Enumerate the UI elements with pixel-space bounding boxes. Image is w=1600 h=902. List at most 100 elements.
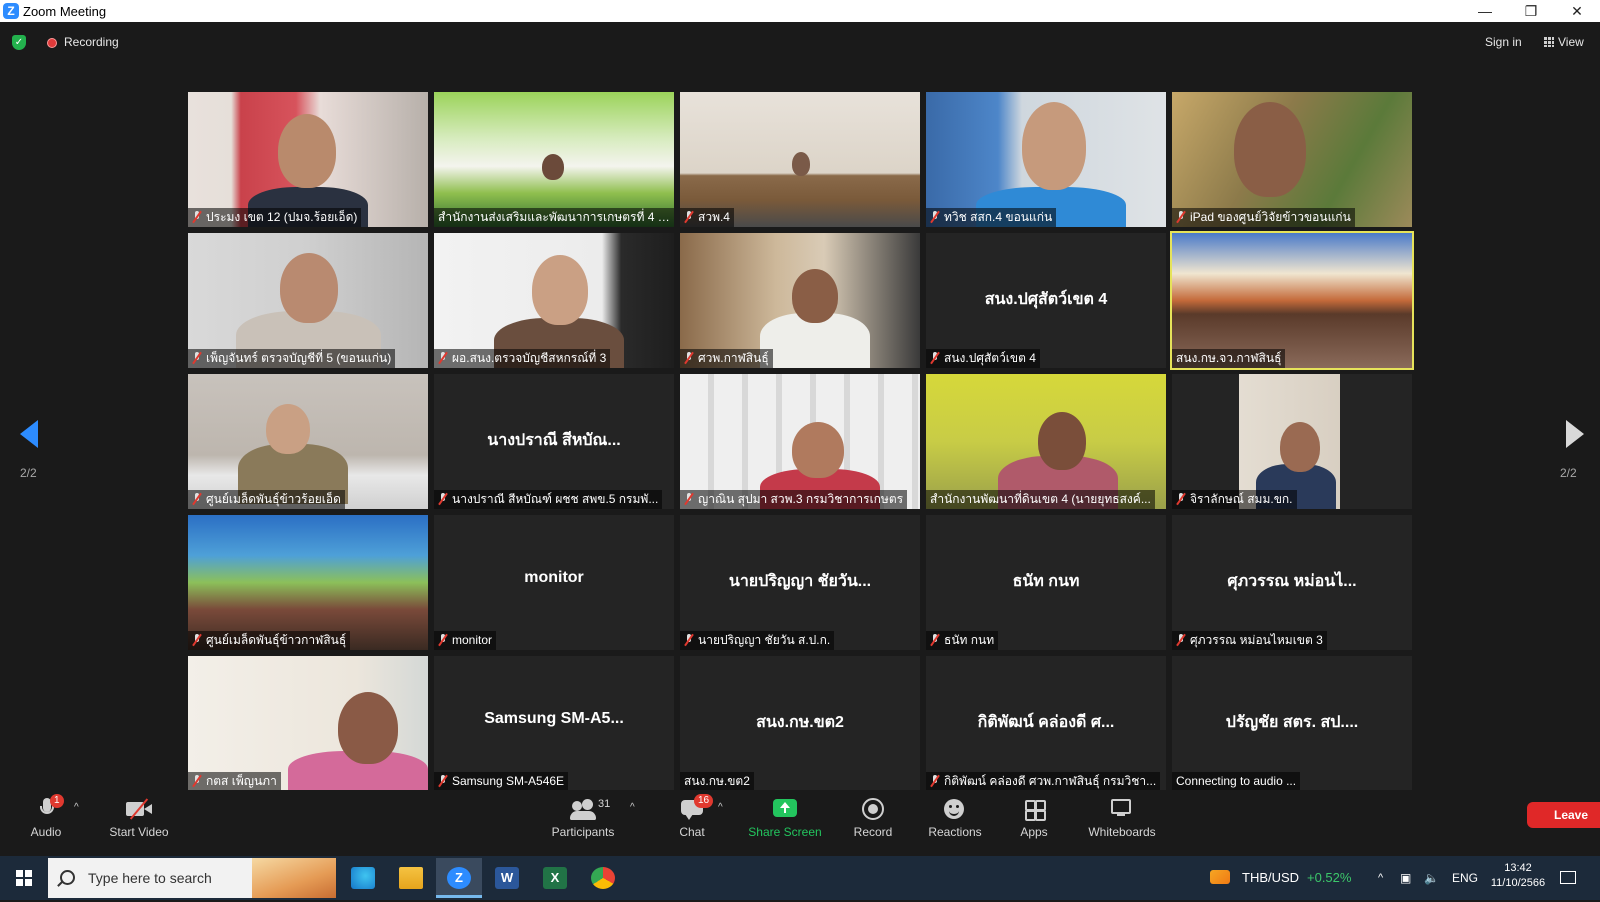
currency-ticker[interactable]: THB/USD: [1242, 856, 1299, 900]
participant-tile[interactable]: เพ็ญจันทร์ ตรวจบัญชีที่ 5 (ขอนแก่น): [188, 233, 428, 368]
participant-tile[interactable]: นายปริญญา ชัยวัน... นายปริญญา ชัยวัน ส.ป…: [680, 515, 920, 650]
currency-widget-icon[interactable]: [1210, 856, 1232, 900]
participant-display-name: Samsung SM-A5...: [484, 710, 624, 727]
muted-mic-icon: [1176, 211, 1186, 223]
participant-tile[interactable]: ศูนย์เมล็ดพันธุ์ข้าวกาฬสินธุ์: [188, 515, 428, 650]
share-screen-icon: [773, 796, 797, 822]
next-page-arrow-icon[interactable]: [1566, 420, 1584, 448]
taskbar-search-box[interactable]: Type here to search: [48, 858, 336, 898]
audio-button[interactable]: 1 Audio: [20, 790, 72, 856]
meeting-controls-bar: 1 Audio ^ Start Video 31 Participants ^ …: [0, 790, 1600, 856]
record-icon: [862, 796, 884, 822]
participant-tile[interactable]: จิราลักษณ์ สมม.ขก.: [1172, 374, 1412, 509]
currency-change: +0.52%: [1307, 870, 1352, 885]
participant-tile-active-speaker[interactable]: สนง.กษ.จว.กาฬสินธุ์: [1170, 231, 1414, 370]
taskbar-excel-app[interactable]: X: [532, 858, 578, 898]
muted-mic-icon: [684, 493, 694, 505]
chat-button[interactable]: 16 Chat: [670, 790, 714, 856]
participant-tile[interactable]: ผอ.สนง.ตรวจบัญชีสหกรณ์ที่ 3: [434, 233, 674, 368]
security-shield-icon[interactable]: ✓: [12, 35, 26, 50]
reactions-button[interactable]: Reactions: [924, 790, 986, 856]
muted-mic-icon: [192, 634, 202, 646]
muted-mic-icon: [684, 211, 694, 223]
muted-mic-icon: [192, 493, 202, 505]
participant-name: สวพ.4: [680, 208, 734, 227]
participant-tile[interactable]: กิติพัฒน์ คล่องดี ศ... กิติพัฒน์ คล่องดี…: [926, 656, 1166, 791]
taskbar-edge-app[interactable]: [340, 858, 386, 898]
participant-name: ประมง เขต 12 (ปมจ.ร้อยเอ็ด): [188, 208, 362, 227]
participant-name-text: สวพ.4: [698, 210, 730, 224]
participant-tile[interactable]: ปรัญชัย สตร. สป.... Connecting to audio …: [1172, 656, 1412, 791]
participant-tile[interactable]: ทวิช สสก.4 ขอนแก่น: [926, 92, 1166, 227]
reactions-icon: [944, 796, 966, 822]
participant-tile[interactable]: ญาณิน สุปมา สวพ.3 กรมวิชาการเกษตร: [680, 374, 920, 509]
tray-overflow-caret-icon[interactable]: ^: [1378, 856, 1383, 900]
participant-tile[interactable]: สนง.กษ.ขต2 สนง.กษ.ขต2: [680, 656, 920, 791]
window-title: Zoom Meeting: [23, 4, 107, 19]
muted-mic-icon: [1176, 634, 1186, 646]
taskbar-explorer-app[interactable]: [388, 858, 434, 898]
participant-name-text: สนง.กษ.ขต2: [684, 774, 750, 788]
taskbar-chrome-app[interactable]: [580, 858, 626, 898]
record-button[interactable]: Record: [848, 790, 898, 856]
participant-name-text: นายปริญญา ชัยวัน ส.ป.ก.: [698, 633, 831, 647]
participants-options-caret-icon[interactable]: ^: [630, 802, 635, 813]
network-icon[interactable]: ▣: [1400, 856, 1411, 900]
view-button[interactable]: View: [1544, 35, 1584, 49]
whiteboards-button[interactable]: Whiteboards: [1084, 790, 1160, 856]
leave-button[interactable]: Leave: [1527, 802, 1600, 828]
restore-button[interactable]: ❐: [1508, 0, 1554, 22]
participant-tile[interactable]: นางปราณี สีหบัณ... นางปราณี สีหบัณฑ์ ผชช…: [434, 374, 674, 509]
muted-mic-icon: [684, 352, 694, 364]
taskbar-word-app[interactable]: W: [484, 858, 530, 898]
windows-taskbar: Type here to search Z W X THB/USD +0.52%…: [0, 856, 1600, 900]
participant-tile[interactable]: สำนักงานพัฒนาที่ดินเขต 4 (นายยุทธสงค์...: [926, 374, 1166, 509]
participant-tile[interactable]: ธนัท กนท ธนัท กนท: [926, 515, 1166, 650]
close-button[interactable]: ✕: [1554, 0, 1600, 22]
taskbar-clock[interactable]: 13:42 11/10/2566: [1488, 862, 1548, 889]
participant-name: สนง.กษ.จว.กาฬสินธุ์: [1172, 349, 1286, 368]
participant-tile[interactable]: ศูนย์เมล็ดพันธุ์ข้าวร้อยเอ็ด: [188, 374, 428, 509]
participant-tile[interactable]: ประมง เขต 12 (ปมจ.ร้อยเอ็ด): [188, 92, 428, 227]
participant-tile[interactable]: ศวพ.กาฬสินธุ์: [680, 233, 920, 368]
participant-display-name: นายปริญญา ชัยวัน...: [728, 573, 872, 590]
video-feed: [1172, 233, 1412, 368]
apps-label: Apps: [1020, 825, 1048, 839]
share-screen-button[interactable]: Share Screen: [744, 790, 826, 856]
participant-name-text: ผอ.สนง.ตรวจบัญชีสหกรณ์ที่ 3: [452, 351, 607, 365]
participant-tile[interactable]: สำนักงานส่งเสริมและพัฒนาการเกษตรที่ 4 ขอ…: [434, 92, 674, 227]
record-label: Record: [853, 825, 893, 839]
start-video-button[interactable]: Start Video: [104, 790, 174, 856]
video-feed-person: [792, 422, 844, 478]
video-feed-person: [532, 255, 588, 325]
video-feed-person: [1022, 102, 1086, 190]
page-indicator-left: 2/2: [20, 466, 37, 480]
participants-icon: [570, 796, 596, 822]
participant-tile[interactable]: monitor monitor: [434, 515, 674, 650]
audio-options-caret-icon[interactable]: ^: [74, 802, 79, 813]
input-language[interactable]: ENG: [1452, 856, 1478, 900]
sign-in-button[interactable]: Sign in: [1485, 35, 1522, 49]
previous-page-arrow-icon[interactable]: [20, 420, 38, 448]
volume-icon[interactable]: 🔈: [1424, 856, 1439, 900]
participant-name-text: Samsung SM-A546E: [452, 774, 565, 788]
recording-label[interactable]: Recording: [64, 35, 119, 49]
participant-tile[interactable]: สนง.ปศุสัตว์เขต 4 สนง.ปศุสัตว์เขต 4: [926, 233, 1166, 368]
participant-tile[interactable]: Samsung SM-A5... Samsung SM-A546E: [434, 656, 674, 791]
participant-display-name: สนง.กษ.ขต2: [756, 714, 844, 731]
windows-start-icon[interactable]: [16, 870, 32, 886]
participants-button[interactable]: 31 Participants: [548, 790, 618, 856]
taskbar-zoom-app[interactable]: Z: [436, 858, 482, 898]
participant-tile[interactable]: iPad ของศูนย์วิจัยข้าวขอนแก่น: [1172, 92, 1412, 227]
apps-button[interactable]: Apps: [1014, 790, 1054, 856]
participant-tile[interactable]: ศุภวรรณ หม่อนไ... ศุภวรรณ หม่อนไหมเขต 3: [1172, 515, 1412, 650]
chrome-icon: [591, 867, 615, 889]
chat-options-caret-icon[interactable]: ^: [718, 802, 723, 813]
notifications-icon[interactable]: [1560, 856, 1582, 900]
muted-mic-icon: [192, 775, 202, 787]
minimize-button[interactable]: —: [1462, 0, 1508, 22]
participant-tile[interactable]: กตส เพ็ญนภา: [188, 656, 428, 791]
participant-name-text: ศุภวรรณ หม่อนไหมเขต 3: [1190, 633, 1323, 647]
participant-tile[interactable]: สวพ.4: [680, 92, 920, 227]
participant-name-text: ประมง เขต 12 (ปมจ.ร้อยเอ็ด): [206, 210, 358, 224]
